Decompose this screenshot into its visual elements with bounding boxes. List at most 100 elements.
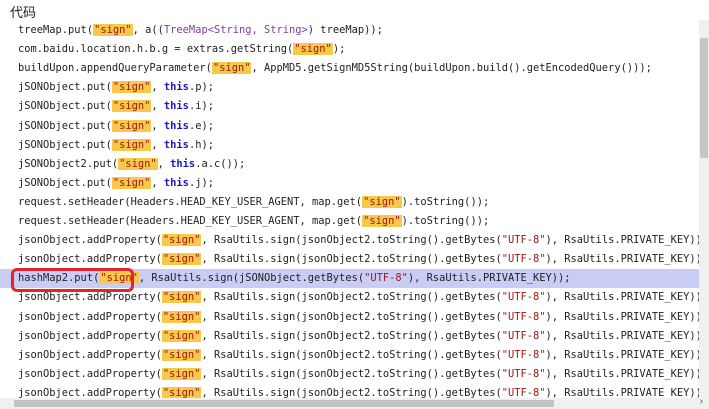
code-token: "UTF-8" [501,329,546,342]
code-token: , RsaUtils.sign(jsonObject2.toString().g… [201,253,502,266]
code-token: , [151,176,164,189]
search-match-highlight: "sign" [111,176,152,189]
code-token: jsonObject.addProperty( [18,386,162,398]
search-match-highlight: "sign" [161,291,202,304]
code-line-text: jSONObject.put("sign", this.j); [18,174,214,193]
code-line[interactable]: request.setHeader(Headers.HEAD_KEY_USER_… [0,212,699,231]
code-line-text: jSONObject.put("sign", this.e); [18,117,214,136]
code-token: ), RsaUtils.PRIVATE_KEY)); [545,386,699,398]
code-token: ); [332,43,346,56]
code-token: jSONObject.put( [18,119,112,132]
code-token: , RsaUtils.sign(jsonObject2.toString().g… [201,234,502,247]
code-token: treeMap.put( [18,24,94,36]
horizontal-scrollbar-thumb[interactable] [14,400,554,407]
code-line[interactable]: com.baidu.location.h.b.g = extras.getStr… [0,40,699,59]
code-token: this [163,100,189,113]
code-token: ).toString()); [401,215,490,227]
code-token: com.baidu.location.h.b.g = extras.getStr… [18,43,294,56]
code-line-text: buildUpon.appendQueryParameter("sign", A… [18,59,652,78]
search-match-highlight: "sign" [111,138,152,151]
code-line[interactable]: jSONObject.put("sign", this.p); [0,78,699,97]
horizontal-scrollbar[interactable]: › [0,396,709,409]
code-token: "UTF-8" [364,272,408,285]
code-token: , [157,157,171,170]
code-token: ) treeMap)); [307,24,383,36]
code-panel-header: 代码 [0,0,709,21]
code-token: jsonObject.addProperty( [18,291,162,304]
code-token: .a.c()); [195,157,246,170]
code-line[interactable]: jsonObject.addProperty("sign", RsaUtils.… [0,250,699,269]
code-token: ), RsaUtils.PRIVATE_KEY)); [545,253,699,266]
code-token: "UTF-8" [501,253,546,266]
code-line-text: request.setHeader(Headers.HEAD_KEY_USER_… [18,212,489,231]
code-line-text: jsonObject.addProperty("sign", RsaUtils.… [18,308,699,327]
code-token: request.setHeader(Headers.HEAD_KEY_USER_… [18,195,363,208]
annotation-highlight-box [11,268,134,292]
code-token: jSONObject.put( [18,81,112,94]
search-match-highlight: "sign" [161,253,202,266]
code-token: ), RsaUtils.PRIVATE_KEY)); [545,367,699,380]
code-token: jsonObject.addProperty( [18,329,162,342]
code-line[interactable]: jSONObject.put("sign", this.j); [0,174,699,193]
code-token: this [163,81,189,94]
code-token: "UTF-8" [501,310,546,323]
code-token: "UTF-8" [501,386,546,398]
vertical-scrollbar[interactable] [699,20,709,398]
code-line[interactable]: request.setHeader(Headers.HEAD_KEY_USER_… [0,193,699,212]
code-token: ), RsaUtils.PRIVATE_KEY)); [545,291,699,304]
code-token: .e); [188,119,214,132]
chevron-right-icon[interactable]: › [700,396,703,407]
code-line-text: jsonObject.addProperty("sign", RsaUtils.… [18,346,699,365]
code-token: , [151,138,164,151]
code-line[interactable]: jsonObject.addProperty("sign", RsaUtils.… [0,346,699,365]
code-line-text: jSONObject.put("sign", this.i); [18,97,214,116]
code-line[interactable]: jsonObject.addProperty("sign", RsaUtils.… [0,384,699,398]
search-match-highlight: "sign" [118,157,158,170]
code-line[interactable]: jsonObject.addProperty("sign", RsaUtils.… [0,231,699,250]
code-line[interactable]: jsonObject.addProperty("sign", RsaUtils.… [0,365,699,384]
search-match-highlight: "sign" [111,119,152,132]
search-match-highlight: "sign" [161,367,202,380]
code-token: jsonObject.addProperty( [18,348,162,361]
search-match-highlight: "sign" [362,195,402,208]
code-line-text: jsonObject.addProperty("sign", RsaUtils.… [18,384,699,398]
code-line[interactable]: treeMap.put("sign", a((TreeMap<String, S… [0,21,699,40]
code-token: , [151,81,164,94]
code-token: ), RsaUtils.PRIVATE_KEY)); [545,234,699,247]
search-match-highlight: "sign" [211,62,252,75]
code-token: , RsaUtils.sign(jsonObject2.toString().g… [201,310,502,323]
code-line-text: jSONObject2.put("sign", this.a.c()); [18,155,245,174]
code-line[interactable]: jsonObject.addProperty("sign", RsaUtils.… [0,308,699,327]
code-line-text: jsonObject.addProperty("sign", RsaUtils.… [18,231,699,250]
code-token: jSONObject.put( [18,100,112,113]
code-token: , RsaUtils.sign(jsonObject2.toString().g… [201,329,502,342]
code-line-text: jsonObject.addProperty("sign", RsaUtils.… [18,327,699,346]
code-line[interactable]: jSONObject.put("sign", this.h); [0,136,699,155]
code-token: jSONObject2.put( [18,157,119,170]
code-token: jSONObject.put( [18,176,112,189]
code-line-text: jSONObject.put("sign", this.h); [18,136,214,155]
search-match-highlight: "sign" [161,329,202,342]
search-match-highlight: "sign" [161,348,202,361]
code-token: , [151,100,164,113]
code-token: jsonObject.addProperty( [18,367,162,380]
code-line[interactable]: jSONObject.put("sign", this.e); [0,117,699,136]
code-token: jsonObject.addProperty( [18,253,162,266]
code-line[interactable]: buildUpon.appendQueryParameter("sign", A… [0,59,699,78]
code-token: ).toString()); [401,195,490,208]
code-line[interactable]: jsonObject.addProperty("sign", RsaUtils.… [0,327,699,346]
code-token: this [163,176,189,189]
code-token: , RsaUtils.sign(jsonObject2.toString().g… [201,367,502,380]
code-viewer[interactable]: treeMap.put("sign", a((TreeMap<String, S… [0,20,699,398]
code-token: "UTF-8" [501,234,546,247]
code-token: ), RsaUtils.PRIVATE_KEY)); [545,310,699,323]
code-line-text: jSONObject.put("sign", this.p); [18,78,214,97]
code-token: , RsaUtils.sign(jSONObject.getBytes( [138,272,365,285]
code-line[interactable]: jSONObject2.put("sign", this.a.c()); [0,155,699,174]
vertical-scrollbar-thumb[interactable] [700,38,708,158]
code-token: ), RsaUtils.PRIVATE_KEY)); [545,348,699,361]
code-token: jSONObject.put( [18,138,112,151]
code-line[interactable]: jSONObject.put("sign", this.i); [0,97,699,116]
code-line-text: jsonObject.addProperty("sign", RsaUtils.… [18,365,699,384]
code-line-text: jsonObject.addProperty("sign", RsaUtils.… [18,250,699,269]
